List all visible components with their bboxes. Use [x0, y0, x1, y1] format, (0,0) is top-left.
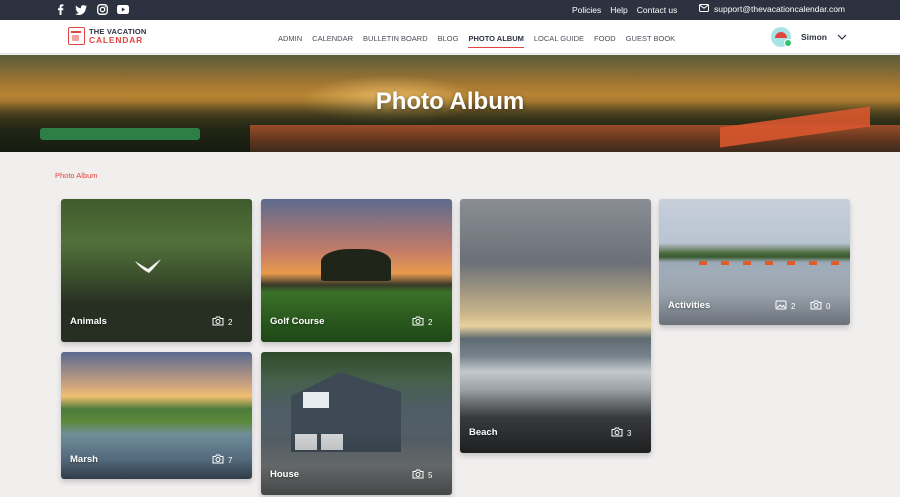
album-card-marsh[interactable]: Marsh 7 [61, 352, 252, 479]
camera-icon [810, 300, 822, 312]
photo-count-value: 2 [228, 317, 233, 327]
policies-link[interactable]: Policies [572, 5, 601, 15]
facebook-icon[interactable] [54, 3, 66, 16]
album-card-beach[interactable]: Beach 3 [460, 199, 651, 453]
nav-item-local-guide[interactable]: LOCAL GUIDE [534, 34, 584, 43]
instagram-icon[interactable] [96, 3, 108, 16]
photo-count-value: 2 [428, 317, 433, 327]
social-links [54, 3, 129, 16]
user-name: Simon [801, 32, 827, 42]
camera-icon [412, 469, 424, 481]
nav-item-photo-album[interactable]: PHOTO ALBUM [468, 34, 525, 48]
camera-icon [212, 454, 224, 466]
camera-icon [412, 316, 424, 328]
contact-us-link[interactable]: Contact us [637, 5, 678, 15]
nav-item-guest-book[interactable]: GUEST BOOK [626, 34, 675, 43]
top-bar: Policies Help Contact us support@thevaca… [0, 0, 900, 20]
album-card-animals[interactable]: Animals 2 [61, 199, 252, 342]
album-card-activities[interactable]: Activities 2 0 [659, 199, 850, 325]
photo-count-value: 0 [826, 301, 831, 311]
egret-image [135, 259, 161, 273]
help-link[interactable]: Help [610, 5, 627, 15]
camera-icon [212, 316, 224, 328]
image-count: 2 [775, 300, 795, 312]
image-count-value: 2 [791, 301, 796, 311]
twitter-icon[interactable] [75, 3, 87, 16]
nav-item-admin[interactable]: ADMIN [278, 34, 302, 43]
main-nav: THE VACATION CALENDAR ADMIN CALENDAR BUL… [0, 20, 900, 54]
nav-item-calendar[interactable]: CALENDAR [312, 34, 353, 43]
photo-count: 7 [212, 454, 232, 466]
photo-count: 2 [412, 316, 432, 328]
album-title: Marsh [70, 454, 98, 465]
breadcrumb[interactable]: Photo Album [55, 171, 98, 180]
nav-item-blog[interactable]: BLOG [438, 34, 459, 43]
album-title: Activities [668, 300, 711, 311]
logo[interactable]: THE VACATION CALENDAR [68, 27, 147, 45]
photo-count: 5 [412, 469, 432, 481]
album-card-house[interactable]: House 5 [261, 352, 452, 495]
album-card-golf-course[interactable]: Golf Course 2 [261, 199, 452, 342]
user-menu[interactable]: Simon [771, 27, 847, 47]
nav-menu: ADMIN CALENDAR BULLETIN BOARD BLOG PHOTO… [278, 34, 675, 48]
hero-banner: Photo Album [0, 55, 900, 152]
album-title: House [270, 469, 300, 480]
image-icon [775, 300, 787, 312]
logo-line-2: CALENDAR [89, 35, 144, 45]
nav-item-bulletin-board[interactable]: BULLETIN BOARD [363, 34, 428, 43]
nav-item-food[interactable]: FOOD [594, 34, 616, 43]
photo-count-value: 3 [627, 428, 632, 438]
envelope-icon [699, 4, 709, 14]
support-email: support@thevacationcalendar.com [714, 4, 846, 14]
camera-icon [611, 427, 623, 439]
top-links: Policies Help Contact us [572, 5, 677, 15]
album-title: Beach [469, 427, 498, 438]
photo-count-value: 7 [228, 455, 233, 465]
album-title: Golf Course [270, 316, 325, 327]
calendar-logo-icon [68, 27, 85, 45]
photo-count: 3 [611, 427, 631, 439]
chevron-down-icon [837, 32, 847, 42]
page-title: Photo Album [375, 88, 525, 115]
album-title: Animals [70, 316, 107, 327]
support-email-link[interactable]: support@thevacationcalendar.com [699, 4, 845, 14]
photo-count: 2 [212, 316, 232, 328]
youtube-icon[interactable] [117, 3, 129, 16]
avatar [771, 27, 792, 47]
photo-count: 0 [810, 300, 830, 312]
photo-count-value: 5 [428, 470, 433, 480]
